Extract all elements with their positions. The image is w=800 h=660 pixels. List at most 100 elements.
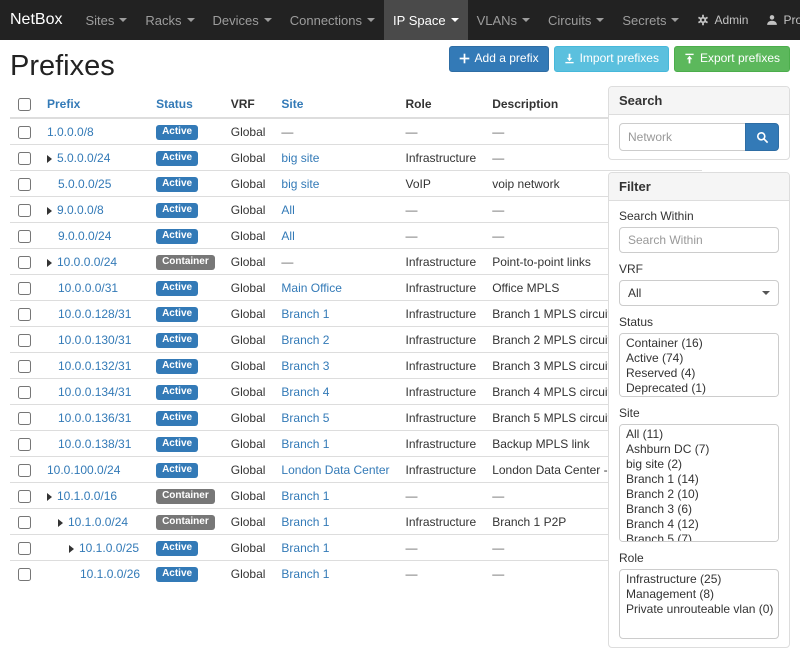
prefix-link[interactable]: 10.1.0.0/24 (68, 515, 128, 529)
row-checkbox[interactable] (18, 152, 31, 165)
row-checkbox[interactable] (18, 360, 31, 373)
row-checkbox[interactable] (18, 204, 31, 217)
status-badge: Active (156, 541, 198, 556)
status-cell: Container (148, 509, 223, 535)
multiselect-option[interactable]: Branch 4 (12) (620, 517, 778, 532)
prefix-link[interactable]: 1.0.0.0/8 (47, 125, 94, 139)
multiselect-option[interactable]: Reserved (4) (620, 366, 778, 381)
nav-item-secrets[interactable]: Secrets (613, 0, 688, 40)
multiselect-option[interactable]: Branch 2 (10) (620, 487, 778, 502)
multiselect-option[interactable]: Ashburn DC (7) (620, 442, 778, 457)
prefix-link[interactable]: 10.0.0.134/31 (58, 385, 131, 399)
prefix-link[interactable]: 10.0.0.0/31 (58, 281, 118, 295)
prefix-link[interactable]: 10.0.100.0/24 (47, 463, 120, 477)
nav-item-vlans[interactable]: VLANs (468, 0, 539, 40)
expand-arrow-icon[interactable] (58, 519, 63, 527)
prefix-link[interactable]: 9.0.0.0/8 (57, 203, 104, 217)
multiselect-option[interactable]: Branch 5 (7) (620, 532, 778, 542)
row-checkbox[interactable] (18, 438, 31, 451)
row-checkbox[interactable] (18, 126, 31, 139)
expand-arrow-icon[interactable] (47, 493, 52, 501)
expand-arrow-icon[interactable] (47, 207, 52, 215)
row-checkbox[interactable] (18, 516, 31, 529)
site-link[interactable]: big site (281, 177, 319, 191)
site-link[interactable]: Branch 3 (281, 359, 329, 373)
multiselect-option[interactable]: Branch 3 (6) (620, 502, 778, 517)
site-link[interactable]: All (281, 229, 294, 243)
row-checkbox[interactable] (18, 334, 31, 347)
multiselect-option[interactable]: All (11) (620, 427, 778, 442)
prefix-link[interactable]: 10.0.0.136/31 (58, 411, 131, 425)
multiselect-option[interactable]: Active (74) (620, 351, 778, 366)
expand-arrow-icon[interactable] (69, 545, 74, 553)
status-multiselect[interactable]: Container (16)Active (74)Reserved (4)Dep… (619, 333, 779, 397)
row-checkbox[interactable] (18, 308, 31, 321)
nav-item-connections[interactable]: Connections (281, 0, 384, 40)
prefix-link[interactable]: 10.0.0.128/31 (58, 307, 131, 321)
site-link[interactable]: Main Office (281, 281, 341, 295)
brand[interactable]: NetBox (0, 0, 76, 40)
prefix-link[interactable]: 5.0.0.0/24 (57, 151, 110, 165)
site-link[interactable]: Branch 1 (281, 541, 329, 555)
add-a-prefix-button[interactable]: Add a prefix (449, 46, 549, 72)
multiselect-option[interactable]: big site (2) (620, 457, 778, 472)
site-link[interactable]: Branch 2 (281, 333, 329, 347)
row-checkbox[interactable] (18, 568, 31, 581)
prefix-link[interactable]: 10.0.0.132/31 (58, 359, 131, 373)
row-checkbox[interactable] (18, 230, 31, 243)
search-button[interactable] (745, 123, 779, 151)
export-prefixes-button[interactable]: Export prefixes (674, 46, 790, 72)
multiselect-option[interactable]: Management (8) (620, 587, 778, 602)
column-header-status[interactable]: Status (148, 91, 223, 118)
row-checkbox[interactable] (18, 464, 31, 477)
row-checkbox[interactable] (18, 178, 31, 191)
site-link[interactable]: Branch 4 (281, 385, 329, 399)
site-link[interactable]: Branch 1 (281, 567, 329, 581)
row-checkbox[interactable] (18, 256, 31, 269)
expand-arrow-icon[interactable] (47, 155, 52, 163)
site-link[interactable]: Branch 1 (281, 437, 329, 451)
nav-item-sites[interactable]: Sites (76, 0, 136, 40)
nav-item-devices[interactable]: Devices (204, 0, 281, 40)
site-link[interactable]: Branch 1 (281, 307, 329, 321)
row-checkbox[interactable] (18, 386, 31, 399)
select-all-checkbox[interactable] (18, 98, 31, 111)
nav-item-ip-space[interactable]: IP Space (384, 0, 468, 40)
site-link[interactable]: Branch 5 (281, 411, 329, 425)
prefix-link[interactable]: 9.0.0.0/24 (58, 229, 111, 243)
import-prefixes-button[interactable]: Import prefixes (554, 46, 669, 72)
nav-item-circuits[interactable]: Circuits (539, 0, 613, 40)
nav-item-racks[interactable]: Racks (136, 0, 203, 40)
prefix-link[interactable]: 5.0.0.0/25 (58, 177, 111, 191)
row-checkbox[interactable] (18, 490, 31, 503)
role-multiselect[interactable]: Infrastructure (25)Management (8)Private… (619, 569, 779, 639)
search-within-input[interactable] (619, 227, 779, 253)
row-checkbox[interactable] (18, 282, 31, 295)
prefix-link[interactable]: 10.1.0.0/25 (79, 541, 139, 555)
search-input[interactable] (619, 123, 746, 151)
column-header-prefix[interactable]: Prefix (39, 91, 148, 118)
multiselect-option[interactable]: Deprecated (1) (620, 381, 778, 396)
column-header-site[interactable]: Site (273, 91, 397, 118)
multiselect-option[interactable]: Container (16) (620, 336, 778, 351)
site-link[interactable]: big site (281, 151, 319, 165)
site-link[interactable]: London Data Center (281, 463, 389, 477)
site-link[interactable]: Branch 1 (281, 515, 329, 529)
row-checkbox[interactable] (18, 412, 31, 425)
nav-admin[interactable]: Admin (688, 0, 757, 40)
site-link[interactable]: All (281, 203, 294, 217)
prefix-link[interactable]: 10.0.0.138/31 (58, 437, 131, 451)
prefix-link[interactable]: 10.0.0.130/31 (58, 333, 131, 347)
prefix-link[interactable]: 10.0.0.0/24 (57, 255, 117, 269)
row-checkbox[interactable] (18, 542, 31, 555)
site-link[interactable]: Branch 1 (281, 489, 329, 503)
prefix-link[interactable]: 10.1.0.0/16 (57, 489, 117, 503)
prefix-link[interactable]: 10.1.0.0/26 (80, 567, 140, 581)
vrf-select[interactable]: All (619, 280, 779, 306)
site-multiselect[interactable]: All (11)Ashburn DC (7)big site (2)Branch… (619, 424, 779, 542)
multiselect-option[interactable]: Infrastructure (25) (620, 572, 778, 587)
multiselect-option[interactable]: Private unrouteable vlan (0) (620, 602, 778, 617)
multiselect-option[interactable]: Branch 1 (14) (620, 472, 778, 487)
nav-profile[interactable]: Profile (757, 0, 800, 40)
expand-arrow-icon[interactable] (47, 259, 52, 267)
